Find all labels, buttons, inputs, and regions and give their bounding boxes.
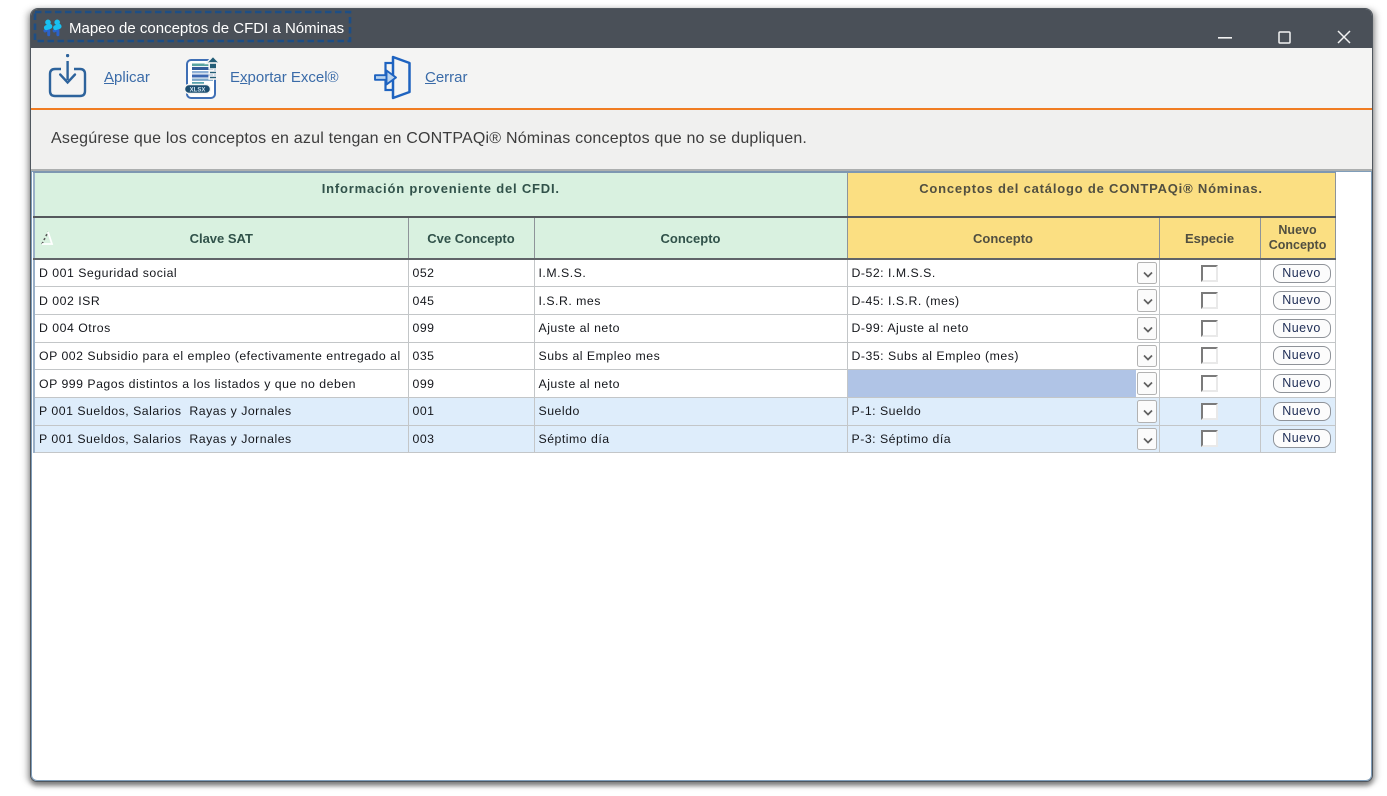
svg-text:XLSX: XLSX <box>190 87 206 93</box>
